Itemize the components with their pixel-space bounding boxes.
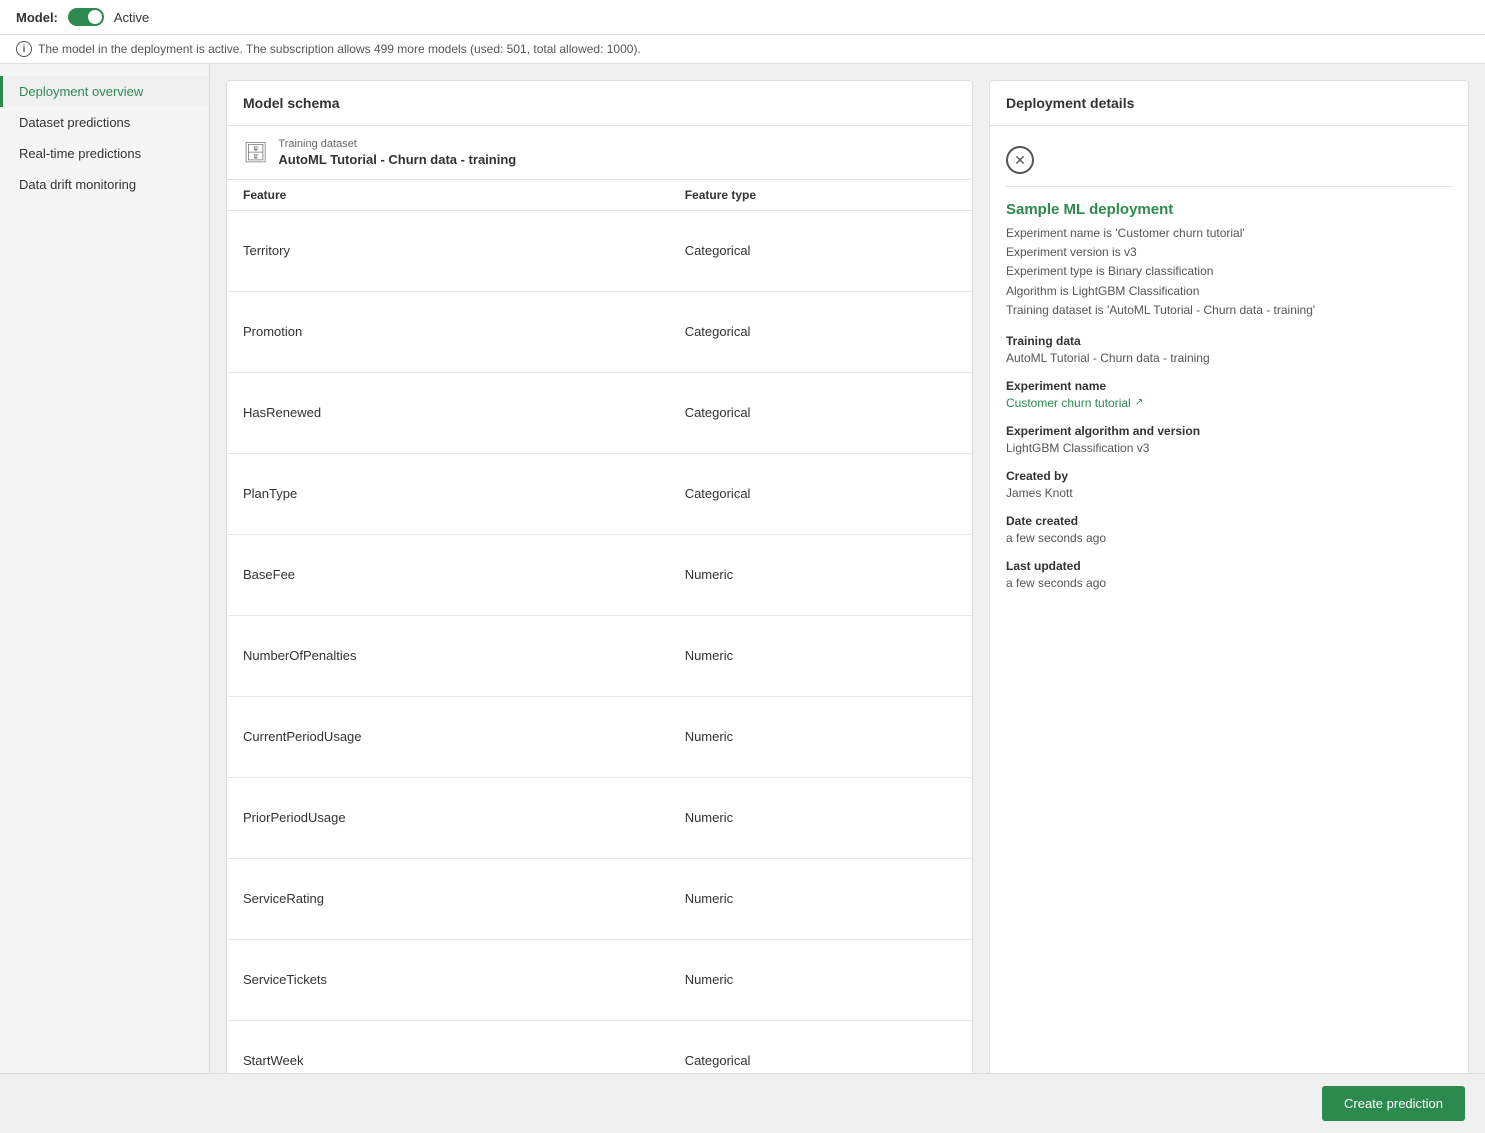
detail-section-value: LightGBM Classification v3 (1006, 441, 1452, 455)
feature-type-cell: Numeric (669, 534, 972, 615)
feature-col-header: Feature (227, 180, 669, 211)
bottom-bar: Create prediction (0, 1073, 1485, 1133)
detail-section-value: James Knott (1006, 486, 1452, 500)
feature-type-cell: Numeric (669, 696, 972, 777)
feature-type-cell: Categorical (669, 291, 972, 372)
detail-section: Last updated a few seconds ago (1006, 559, 1452, 590)
deployment-details-header: Deployment details (990, 81, 1468, 126)
table-row: HasRenewedCategorical (227, 372, 972, 453)
feature-name-cell: Territory (227, 211, 669, 292)
feature-type-cell: Categorical (669, 211, 972, 292)
create-prediction-button[interactable]: Create prediction (1322, 1086, 1465, 1121)
feature-type-cell: Numeric (669, 777, 972, 858)
feature-name-cell: BaseFee (227, 534, 669, 615)
detail-section: Experiment name Customer churn tutorial↗ (1006, 379, 1452, 410)
cancel-icon: ✕ (1006, 146, 1034, 174)
sidebar: Deployment overview Dataset predictions … (0, 64, 210, 1117)
feature-type-cell: Numeric (669, 939, 972, 1020)
detail-section-label: Created by (1006, 469, 1452, 483)
training-dataset-label: Training dataset (278, 138, 516, 150)
sidebar-item-label: Dataset predictions (19, 115, 130, 130)
main-container: Deployment overview Dataset predictions … (0, 64, 1485, 1117)
detail-section-label: Last updated (1006, 559, 1452, 573)
table-row: TerritoryCategorical (227, 211, 972, 292)
table-row: ServiceRatingNumeric (227, 858, 972, 939)
feature-type-cell: Categorical (669, 453, 972, 534)
desc-line-4: Algorithm is LightGBM Classification (1006, 282, 1452, 301)
x-icon-container: ✕ (1006, 142, 1452, 187)
detail-section-label: Experiment name (1006, 379, 1452, 393)
info-message: The model in the deployment is active. T… (38, 42, 641, 56)
table-row: PlanTypeCategorical (227, 453, 972, 534)
feature-name-cell: PriorPeriodUsage (227, 777, 669, 858)
sidebar-item-real-time-predictions[interactable]: Real-time predictions (0, 138, 209, 169)
detail-section: Training data AutoML Tutorial - Churn dat… (1006, 334, 1452, 365)
deployment-sections: Training data AutoML Tutorial - Churn dat… (1006, 334, 1452, 590)
table-row: NumberOfPenaltiesNumeric (227, 615, 972, 696)
desc-line-1: Experiment name is 'Customer churn tutor… (1006, 224, 1452, 243)
detail-section-value: a few seconds ago (1006, 531, 1452, 545)
table-row: PriorPeriodUsageNumeric (227, 777, 972, 858)
detail-section: Date created a few seconds ago (1006, 514, 1452, 545)
table-row: CurrentPeriodUsageNumeric (227, 696, 972, 777)
deployment-title: Sample ML deployment (1006, 201, 1452, 218)
detail-section-label: Training data (1006, 334, 1452, 348)
model-toggle[interactable] (68, 8, 104, 26)
detail-description: Experiment name is 'Customer churn tutor… (1006, 224, 1452, 320)
info-icon: i (16, 41, 32, 57)
sidebar-item-label: Data drift monitoring (19, 177, 136, 192)
deployment-details-panel: Deployment details ✕ Sample ML deploymen… (989, 80, 1469, 1101)
detail-section: Created by James Knott (1006, 469, 1452, 500)
database-icon: 🗄 (243, 140, 268, 165)
table-row: BaseFeeNumeric (227, 534, 972, 615)
table-row: ServiceTicketsNumeric (227, 939, 972, 1020)
external-link-icon: ↗ (1135, 397, 1143, 408)
sidebar-item-label: Deployment overview (19, 84, 143, 99)
sidebar-item-data-drift-monitoring[interactable]: Data drift monitoring (0, 169, 209, 200)
detail-section-link[interactable]: Customer churn tutorial↗ (1006, 396, 1452, 410)
detail-section: Experiment algorithm and version LightGBM… (1006, 424, 1452, 455)
feature-name-cell: CurrentPeriodUsage (227, 696, 669, 777)
feature-name-cell: Promotion (227, 291, 669, 372)
info-bar: i The model in the deployment is active.… (0, 35, 1485, 64)
desc-line-3: Experiment type is Binary classification (1006, 262, 1452, 281)
feature-name-cell: ServiceRating (227, 858, 669, 939)
feature-type-cell: Numeric (669, 858, 972, 939)
sidebar-item-deployment-overview[interactable]: Deployment overview (0, 76, 209, 107)
feature-type-col-header: Feature type (669, 180, 972, 211)
training-dataset-info: Training dataset AutoML Tutorial - Churn… (278, 138, 516, 167)
sidebar-item-label: Real-time predictions (19, 146, 141, 161)
detail-section-value: AutoML Tutorial - Churn data - training (1006, 351, 1452, 365)
desc-line-2: Experiment version is v3 (1006, 243, 1452, 262)
detail-section-label: Experiment algorithm and version (1006, 424, 1452, 438)
top-bar: Model: Active (0, 0, 1485, 35)
sidebar-item-dataset-predictions[interactable]: Dataset predictions (0, 107, 209, 138)
feature-name-cell: PlanType (227, 453, 669, 534)
feature-type-cell: Numeric (669, 615, 972, 696)
feature-type-cell: Categorical (669, 372, 972, 453)
feature-name-cell: ServiceTickets (227, 939, 669, 1020)
feature-name-cell: HasRenewed (227, 372, 669, 453)
model-schema-panel: Model schema 🗄 Training dataset AutoML T… (226, 80, 973, 1101)
model-label: Model: (16, 10, 58, 25)
deployment-details-content: ✕ Sample ML deployment Experiment name i… (990, 126, 1468, 1100)
desc-line-5: Training dataset is 'AutoML Tutorial - C… (1006, 301, 1452, 320)
detail-section-value: a few seconds ago (1006, 576, 1452, 590)
feature-name-cell: NumberOfPenalties (227, 615, 669, 696)
model-schema-header: Model schema (227, 81, 972, 126)
table-row: PromotionCategorical (227, 291, 972, 372)
training-dataset-name: AutoML Tutorial - Churn data - training (278, 152, 516, 167)
training-dataset-section: 🗄 Training dataset AutoML Tutorial - Chu… (227, 126, 972, 180)
content-area: Model schema 🗄 Training dataset AutoML T… (210, 64, 1485, 1117)
active-status: Active (114, 10, 149, 25)
detail-section-label: Date created (1006, 514, 1452, 528)
feature-table: Feature Feature type TerritoryCategorica… (227, 180, 972, 1100)
